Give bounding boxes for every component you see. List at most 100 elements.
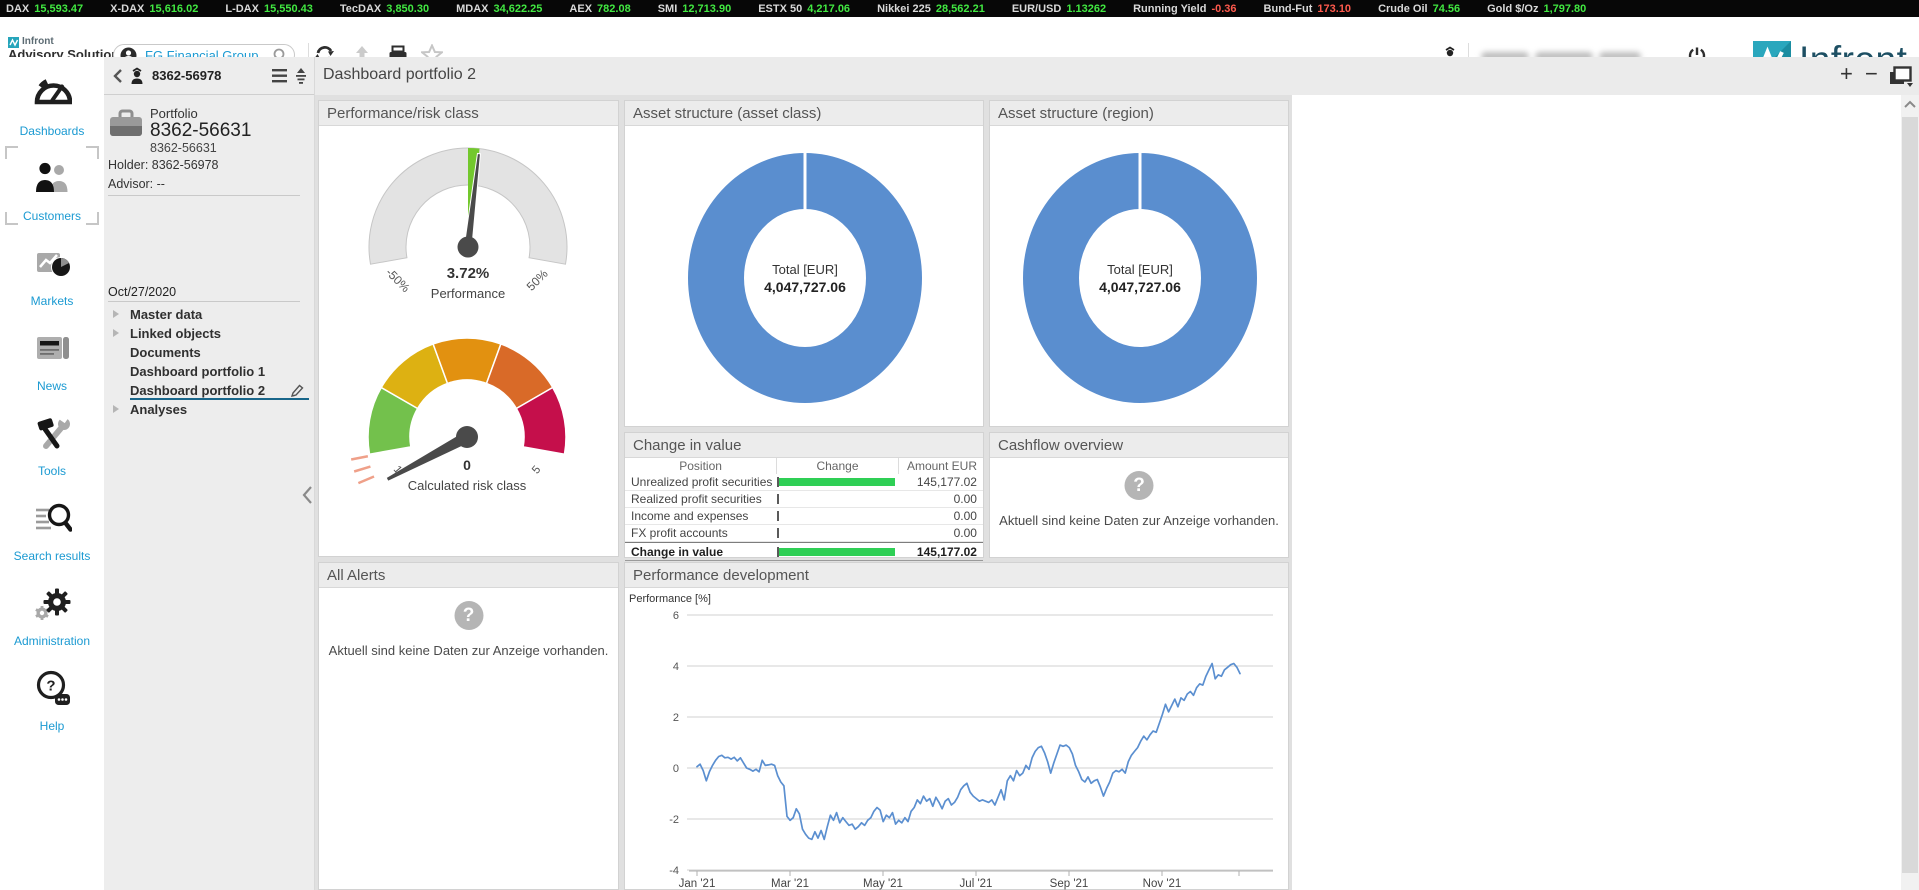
expand-icon[interactable]	[113, 329, 119, 337]
table-header-row: Position Change Amount EUR	[625, 458, 983, 474]
performance-gauge: -50% 50% 3.72% Performance	[319, 131, 620, 311]
position-cell: Realized profit securities	[625, 492, 777, 506]
amount-cell: 0.00	[899, 492, 983, 506]
change-table-row: FX profit accounts0.00	[625, 525, 983, 542]
empty-state-text: Aktuell sind keine Daten zur Anzeige vor…	[990, 513, 1288, 528]
sidebar-item-tools[interactable]: Tools	[0, 397, 104, 482]
expand-icon[interactable]	[113, 405, 119, 413]
gauge-caption: Calculated risk class	[408, 478, 527, 493]
ticker-item: AEX782.08	[569, 3, 630, 15]
tree-item-documents[interactable]: Documents	[104, 343, 314, 362]
ticker-item: TecDAX3,850.30	[340, 3, 429, 15]
ticker-item: EUR/USD1.13262	[1012, 3, 1106, 15]
scrollbar-thumb[interactable]	[1902, 117, 1918, 873]
sidebar-item-administration[interactable]: Administration	[0, 567, 104, 652]
sidebar-item-label: News	[37, 379, 67, 393]
edit-pencil-icon[interactable]	[290, 384, 304, 398]
amount-cell: 145,177.02	[899, 545, 983, 559]
ticker-item: MDAX34,622.25	[456, 3, 542, 15]
tree-item-dashboard-portfolio-2[interactable]: Dashboard portfolio 2	[104, 381, 314, 400]
sidebar-item-label: Search results	[14, 549, 91, 563]
amount-cell: 145,177.02	[899, 475, 983, 489]
widget-title: All Alerts	[319, 563, 618, 588]
holder-label: Holder: 8362-56978	[108, 158, 219, 172]
x-tick-label: Mar '21	[771, 878, 809, 890]
markets-icon	[32, 243, 72, 288]
selection-corner	[5, 212, 18, 225]
sidebar-item-dashboards[interactable]: Dashboards	[0, 57, 104, 142]
tree-item-label: Dashboard portfolio 2	[130, 383, 265, 398]
ticker-item: Running Yield-0.36	[1133, 3, 1236, 15]
menu-icon[interactable]	[272, 69, 288, 83]
divider	[108, 301, 300, 302]
performance-line-chart[interactable]: 6420-2-4Jan '21Mar '21May '21Jul '21Sep …	[625, 605, 1288, 890]
widget-title: Change in value	[625, 433, 983, 458]
donut-center-label: Total [EUR]	[1107, 262, 1173, 277]
widget-performance-risk: Performance/risk class -50% 50% 3.72% Pe…	[318, 100, 619, 557]
tree-item-analyses[interactable]: Analyses	[104, 400, 314, 419]
zero-tick	[777, 494, 779, 504]
table-body: Unrealized profit securities145,177.02Re…	[625, 474, 983, 561]
risk-gauge: 1 5 0 Calculated risk class	[319, 331, 620, 511]
y-tick-label: -4	[669, 865, 679, 877]
widget-title: Asset structure (asset class)	[625, 101, 983, 126]
tree-item-dashboard-portfolio-1[interactable]: Dashboard portfolio 1	[104, 362, 314, 381]
tree-item-linked-objects[interactable]: Linked objects	[104, 324, 314, 343]
change-table-row: Income and expenses0.00	[625, 508, 983, 525]
entity-id: 8362-56631	[150, 141, 217, 155]
dashboard-title-bar: Dashboard portfolio 2 + −	[315, 57, 1919, 95]
market-ticker: DAX15,593.47X-DAX15,616.02L-DAX15,550.43…	[0, 0, 1919, 17]
vertical-scrollbar[interactable]	[1901, 95, 1919, 890]
back-icon[interactable]	[112, 67, 124, 85]
y-axis-label: Performance [%]	[629, 593, 711, 605]
y-tick-label: -2	[669, 814, 679, 826]
tools-icon	[32, 413, 72, 458]
portfolio-date[interactable]: Oct/27/2020	[108, 285, 176, 299]
sidebar-item-help[interactable]: ?Help	[0, 652, 104, 737]
change-bar-cell	[777, 477, 899, 487]
add-widget-button[interactable]: +	[1840, 61, 1853, 87]
ticker-item: Bund-Fut173.10	[1264, 3, 1352, 15]
layout-icon[interactable]	[1890, 66, 1914, 88]
remove-widget-button[interactable]: −	[1865, 61, 1878, 87]
scroll-up-icon[interactable]	[1902, 99, 1918, 109]
sidebar-item-customers[interactable]: Customers	[0, 142, 104, 227]
gauge-value: 3.72%	[447, 265, 490, 282]
advisor-label: Advisor: --	[108, 177, 165, 191]
y-tick-label: 4	[673, 661, 679, 673]
collapse-panel-icon[interactable]	[301, 484, 314, 506]
news-icon	[32, 328, 72, 373]
gauge-caption: Performance	[431, 286, 505, 301]
change-bar	[779, 478, 895, 486]
expand-icon[interactable]	[113, 310, 119, 318]
asset-class-donut[interactable]: Total [EUR] 4,047,727.06	[625, 126, 985, 426]
customer-icon	[128, 67, 146, 85]
ticker-item: Nikkei 22528,562.21	[877, 3, 985, 15]
ticker-item: SMI12,713.90	[658, 3, 732, 15]
widget-title: Performance development	[625, 563, 1288, 588]
widget-title: Cashflow overview	[990, 433, 1288, 458]
sidebar-item-label: Tools	[38, 464, 66, 478]
column-header: Change	[777, 458, 899, 474]
ticker-item: ESTX 504,217.06	[758, 3, 850, 15]
selection-corner	[5, 146, 18, 159]
sort-icon[interactable]	[294, 68, 308, 84]
widget-change-in-value: Change in value Position Change Amount E…	[624, 432, 984, 558]
app-window: DAX15,593.47X-DAX15,616.02L-DAX15,550.43…	[0, 0, 1919, 890]
tree-item-master-data[interactable]: Master data	[104, 305, 314, 324]
donut-center-value: 4,047,727.06	[1099, 279, 1181, 295]
change-bar-cell	[777, 547, 899, 557]
region-donut[interactable]: Total [EUR] 4,047,727.06	[990, 126, 1290, 426]
ticker-item: Gold $/Oz1,797.80	[1487, 3, 1586, 15]
ticker-item: L-DAX15,550.43	[225, 3, 313, 15]
selection-corner	[86, 146, 99, 159]
sidebar-item-markets[interactable]: Markets	[0, 227, 104, 312]
sidebar-item-news[interactable]: News	[0, 312, 104, 397]
gauge-min-label: -50%	[383, 265, 413, 295]
tree-item-label: Linked objects	[130, 326, 221, 341]
toolbar: Infront Advisory Solution	[0, 17, 1919, 57]
donut-center-value: 4,047,727.06	[764, 279, 846, 295]
sidebar-item-search-results[interactable]: Search results	[0, 482, 104, 567]
tree-item-label: Master data	[130, 307, 202, 322]
sidebar-item-label: Dashboards	[20, 124, 85, 138]
